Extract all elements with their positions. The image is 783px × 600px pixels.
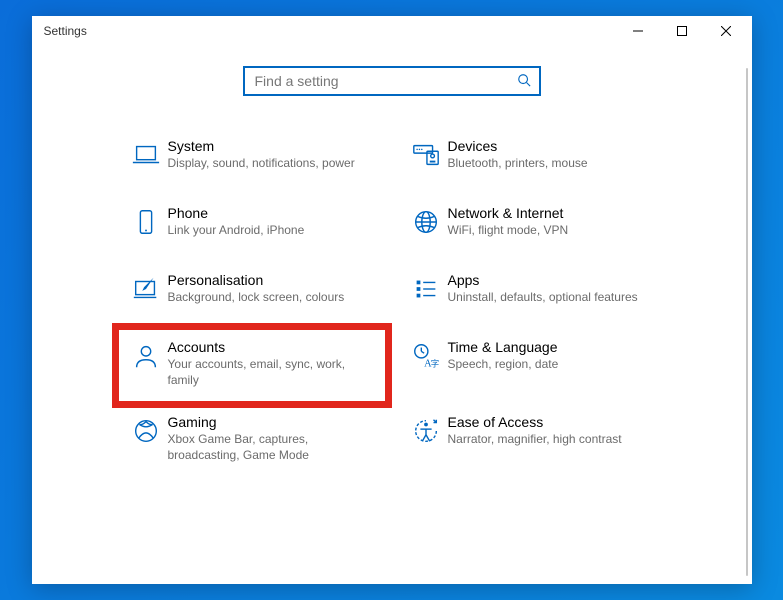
category-desc: Narrator, magnifier, high contrast bbox=[448, 432, 660, 448]
category-devices[interactable]: Devices Bluetooth, printers, mouse bbox=[392, 130, 672, 197]
phone-icon bbox=[131, 207, 161, 240]
category-title: Ease of Access bbox=[448, 414, 660, 430]
category-title: Apps bbox=[448, 272, 660, 288]
category-title: Gaming bbox=[168, 414, 380, 430]
category-desc: Bluetooth, printers, mouse bbox=[448, 156, 660, 172]
category-gaming[interactable]: Gaming Xbox Game Bar, captures, broadcas… bbox=[112, 406, 392, 487]
category-grid: System Display, sound, notifications, po… bbox=[112, 130, 672, 487]
window-title: Settings bbox=[44, 24, 87, 38]
category-desc: Background, lock screen, colours bbox=[168, 290, 380, 306]
titlebar: Settings bbox=[32, 16, 752, 46]
category-network[interactable]: Network & Internet WiFi, flight mode, VP… bbox=[392, 197, 672, 264]
time-language-icon: A字 bbox=[411, 341, 441, 382]
maximize-button[interactable] bbox=[660, 16, 704, 46]
category-title: Time & Language bbox=[448, 339, 660, 355]
category-title: Devices bbox=[448, 138, 660, 154]
category-title: Phone bbox=[168, 205, 380, 221]
category-desc: Your accounts, email, sync, work, family bbox=[168, 357, 380, 388]
category-time-language[interactable]: A字 Time & Language Speech, region, date bbox=[392, 331, 672, 406]
category-system[interactable]: System Display, sound, notifications, po… bbox=[112, 130, 392, 197]
category-title: Personalisation bbox=[168, 272, 380, 288]
paintbrush-icon bbox=[131, 274, 161, 307]
category-phone[interactable]: Phone Link your Android, iPhone bbox=[112, 197, 392, 264]
apps-icon bbox=[411, 274, 441, 307]
devices-icon bbox=[411, 140, 441, 173]
category-ease-of-access[interactable]: Ease of Access Narrator, magnifier, high… bbox=[392, 406, 672, 487]
laptop-icon bbox=[131, 140, 161, 173]
person-icon bbox=[131, 341, 161, 388]
close-button[interactable] bbox=[704, 16, 748, 46]
category-desc: Link your Android, iPhone bbox=[168, 223, 380, 239]
minimize-button[interactable] bbox=[616, 16, 660, 46]
globe-icon bbox=[411, 207, 441, 240]
category-desc: Display, sound, notifications, power bbox=[168, 156, 380, 172]
xbox-icon bbox=[131, 416, 161, 463]
category-title: System bbox=[168, 138, 380, 154]
category-personalisation[interactable]: Personalisation Background, lock screen,… bbox=[112, 264, 392, 331]
svg-text:字: 字 bbox=[430, 358, 438, 368]
category-accounts[interactable]: Accounts Your accounts, email, sync, wor… bbox=[112, 323, 392, 408]
category-desc: WiFi, flight mode, VPN bbox=[448, 223, 660, 239]
search-box[interactable] bbox=[243, 66, 541, 96]
settings-window: Settings System D bbox=[32, 16, 752, 584]
search-input[interactable] bbox=[253, 72, 517, 90]
category-desc: Speech, region, date bbox=[448, 357, 660, 373]
content-area: System Display, sound, notifications, po… bbox=[32, 46, 752, 584]
category-apps[interactable]: Apps Uninstall, defaults, optional featu… bbox=[392, 264, 672, 331]
category-desc: Xbox Game Bar, captures, broadcasting, G… bbox=[168, 432, 380, 463]
category-title: Accounts bbox=[168, 339, 380, 355]
category-title: Network & Internet bbox=[448, 205, 660, 221]
search-icon bbox=[517, 73, 531, 90]
category-desc: Uninstall, defaults, optional features bbox=[448, 290, 660, 306]
scrollbar[interactable] bbox=[746, 68, 748, 576]
accessibility-icon bbox=[411, 416, 441, 463]
